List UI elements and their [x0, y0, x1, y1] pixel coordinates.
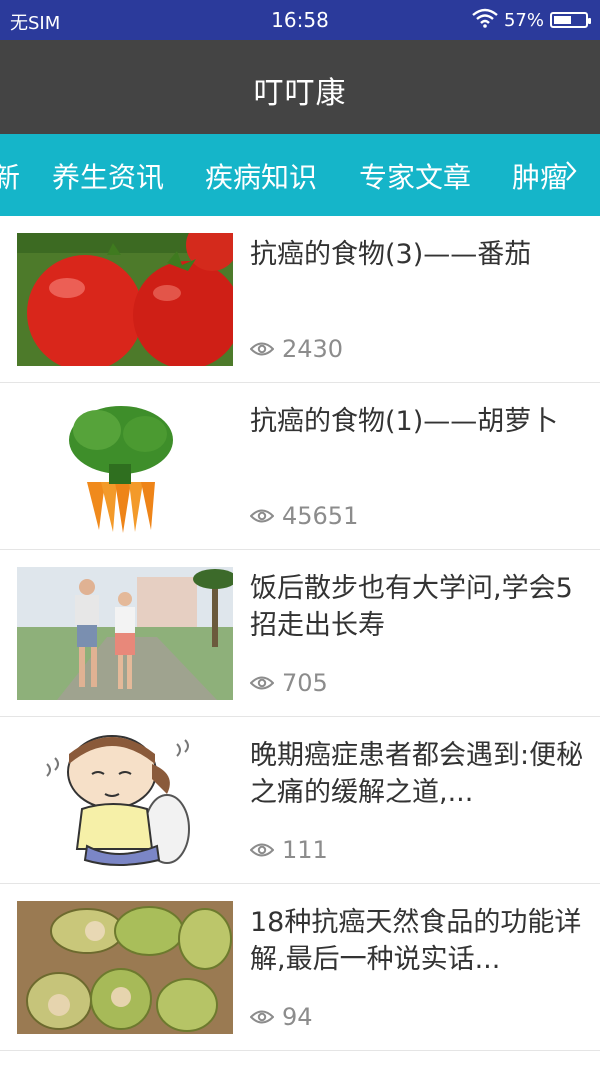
view-count-value: 705	[282, 669, 328, 697]
wifi-icon	[472, 8, 498, 33]
status-right: 57%	[472, 8, 591, 33]
article-title: 晚期癌症患者都会遇到:便秘之痛的缓解之道,...	[250, 740, 584, 808]
chevron-right-icon[interactable]	[564, 156, 578, 190]
article-title: 抗癌的食物(1)——胡萝卜	[250, 406, 559, 437]
category-tabs[interactable]: 新养生资讯 疾病知识 专家文章 肿瘤	[0, 134, 600, 216]
eye-icon	[249, 335, 282, 363]
chickpeas-image	[17, 901, 233, 1034]
article-list: 抗癌的食物(3)——番茄 2430 抗癌的食物(1)——胡萝卜 45651 饭后散步…	[0, 216, 600, 1051]
view-count: 45651	[249, 501, 359, 531]
tab-3[interactable]: 专家文章	[359, 156, 471, 196]
tab-0[interactable]: 新	[0, 156, 20, 196]
carrot-image	[17, 400, 233, 533]
article-title: 抗癌的食物(3)——番茄	[250, 239, 532, 270]
article-title: 饭后散步也有大学问,学会5招走出长寿	[250, 573, 573, 641]
view-count-value: 45651	[282, 502, 359, 530]
view-count: 94	[249, 1002, 313, 1032]
tab-2[interactable]: 疾病知识	[205, 156, 317, 196]
tomato-image	[17, 233, 233, 366]
view-count-value: 2430	[282, 335, 344, 363]
page-title: 叮叮康	[253, 76, 347, 111]
app-header: 叮叮康	[0, 40, 600, 134]
eye-icon	[249, 1003, 282, 1031]
article-item[interactable]: 18种抗癌天然食品的功能详解,最后一种说实话... 94	[0, 884, 600, 1051]
eye-icon	[249, 669, 282, 697]
article-item[interactable]: 抗癌的食物(3)——番茄 2430	[0, 216, 600, 383]
tab-1[interactable]: 养生资讯	[52, 156, 164, 196]
walking-couple-image	[17, 567, 233, 700]
battery-icon	[550, 12, 591, 28]
view-count-value: 94	[282, 1003, 313, 1031]
article-item[interactable]: 晚期癌症患者都会遇到:便秘之痛的缓解之道,... 111	[0, 717, 600, 884]
constipation-cartoon-image	[17, 734, 233, 867]
view-count: 111	[249, 835, 328, 865]
article-item[interactable]: 抗癌的食物(1)——胡萝卜 45651	[0, 383, 600, 550]
view-count: 705	[249, 668, 328, 698]
eye-icon	[249, 502, 282, 530]
article-title: 18种抗癌天然食品的功能详解,最后一种说实话...	[250, 907, 582, 975]
article-item[interactable]: 饭后散步也有大学问,学会5招走出长寿 705	[0, 550, 600, 717]
battery-percent: 57%	[503, 9, 544, 31]
eye-icon	[249, 836, 282, 864]
tab-4[interactable]: 肿瘤	[512, 156, 568, 196]
view-count-value: 111	[282, 836, 328, 864]
view-count: 2430	[249, 334, 344, 364]
status-bar: 无SIM 16:58 57%	[0, 0, 600, 40]
